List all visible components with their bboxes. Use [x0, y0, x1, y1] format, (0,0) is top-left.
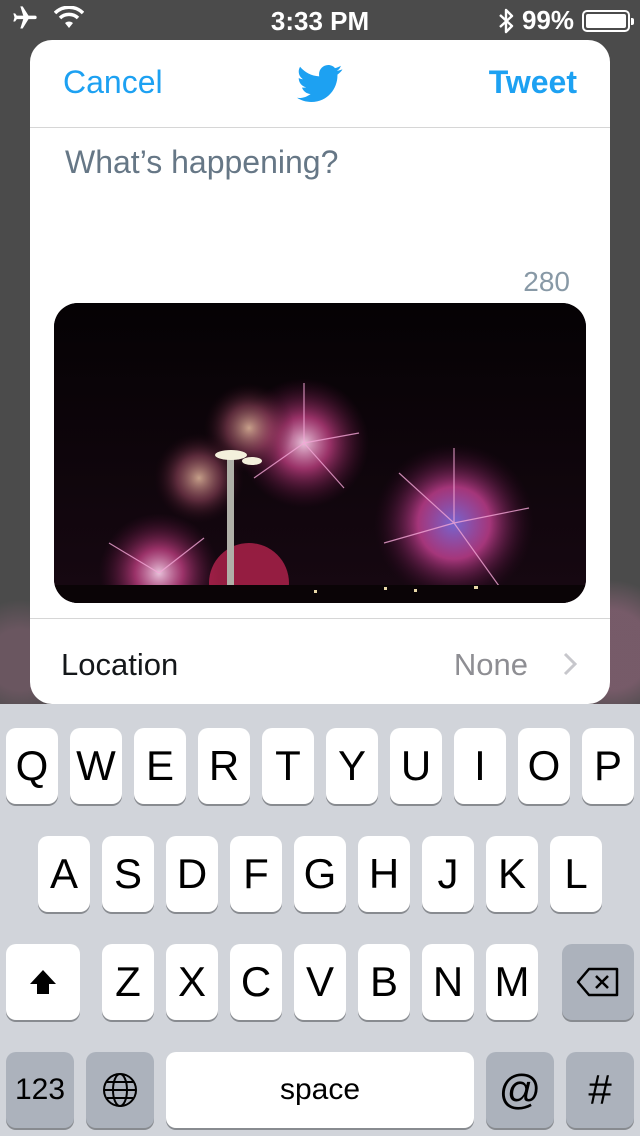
key-y[interactable]: Y	[326, 728, 378, 804]
shift-arrow-icon	[30, 970, 56, 994]
space-key[interactable]: space	[166, 1052, 474, 1128]
key-f[interactable]: F	[230, 836, 282, 912]
key-t[interactable]: T	[262, 728, 314, 804]
key-p[interactable]: P	[582, 728, 634, 804]
status-bar: 3:33 PM 99%	[0, 0, 640, 40]
keyboard: QWERTYUIOP ASDFGHJKL ZXCVBNM 123 space @…	[0, 704, 640, 1136]
key-u[interactable]: U	[390, 728, 442, 804]
key-r[interactable]: R	[198, 728, 250, 804]
shift-key[interactable]	[6, 944, 80, 1020]
key-c[interactable]: C	[230, 944, 282, 1020]
battery-icon	[582, 9, 634, 32]
key-o[interactable]: O	[518, 728, 570, 804]
fireworks-photo	[54, 303, 586, 603]
key-d[interactable]: D	[166, 836, 218, 912]
delete-key[interactable]	[562, 944, 634, 1020]
key-m[interactable]: M	[486, 944, 538, 1020]
globe-key[interactable]	[86, 1052, 154, 1128]
key-i[interactable]: I	[454, 728, 506, 804]
key-w[interactable]: W	[70, 728, 122, 804]
chevron-right-icon	[563, 652, 578, 676]
key-j[interactable]: J	[422, 836, 474, 912]
key-k[interactable]: K	[486, 836, 538, 912]
battery-percentage: 99%	[521, 5, 574, 35]
backspace-icon	[576, 967, 619, 997]
hash-key[interactable]: #	[566, 1052, 634, 1128]
numbers-key[interactable]: 123	[6, 1052, 74, 1128]
twitter-bird-icon	[297, 65, 343, 103]
globe-icon	[103, 1073, 137, 1107]
tweet-text-input[interactable]	[65, 144, 565, 264]
tweet-button[interactable]: Tweet	[489, 64, 577, 101]
character-count: 280	[523, 266, 570, 297]
bluetooth-icon	[499, 8, 514, 33]
key-n[interactable]: N	[422, 944, 474, 1020]
key-b[interactable]: B	[358, 944, 410, 1020]
key-x[interactable]: X	[166, 944, 218, 1020]
key-z[interactable]: Z	[102, 944, 154, 1020]
attached-photo[interactable]	[54, 303, 586, 603]
compose-header: Cancel Tweet	[30, 40, 610, 128]
status-right-icons: 99%	[498, 5, 634, 36]
cancel-button[interactable]: Cancel	[63, 64, 163, 101]
key-h[interactable]: H	[358, 836, 410, 912]
key-a[interactable]: A	[38, 836, 90, 912]
key-v[interactable]: V	[294, 944, 346, 1020]
key-s[interactable]: S	[102, 836, 154, 912]
location-row[interactable]: Location None	[30, 618, 610, 704]
location-value: None	[453, 647, 528, 682]
compose-card: Cancel Tweet 280	[30, 40, 610, 704]
key-g[interactable]: G	[294, 836, 346, 912]
at-key[interactable]: @	[486, 1052, 554, 1128]
location-label: Location	[61, 647, 179, 682]
key-l[interactable]: L	[550, 836, 602, 912]
key-q[interactable]: Q	[6, 728, 58, 804]
key-e[interactable]: E	[134, 728, 186, 804]
